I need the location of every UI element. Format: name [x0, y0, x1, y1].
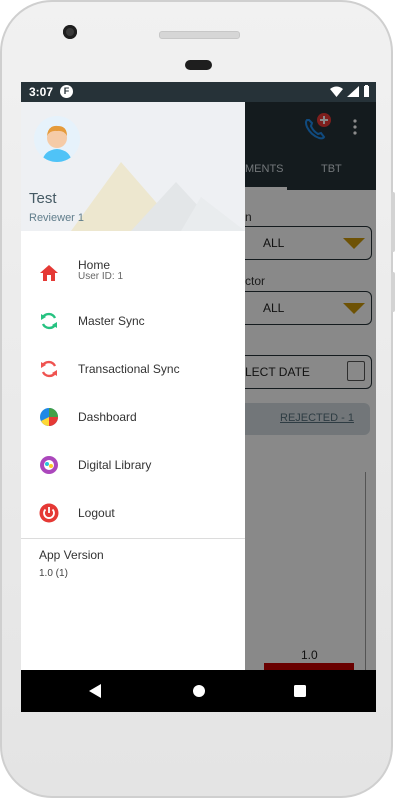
status-bar: 3:07 F — [21, 82, 376, 102]
mountain-decoration — [71, 162, 245, 231]
avatar[interactable] — [34, 116, 80, 162]
app-version-label: App Version — [39, 548, 104, 562]
battery-icon — [364, 85, 369, 97]
status-time: 3:07 — [29, 85, 54, 99]
recents-icon[interactable] — [294, 685, 306, 697]
status-icons — [330, 85, 370, 97]
back-icon[interactable] — [89, 684, 101, 698]
system-nav-bar — [21, 670, 376, 712]
user-name: Test — [29, 190, 57, 207]
menu-item-label: Home — [78, 258, 111, 272]
user-id-label: User ID: 1 — [78, 271, 124, 282]
sync-icon — [41, 312, 57, 330]
pie-chart-icon — [40, 408, 58, 426]
home-circle-icon[interactable] — [192, 684, 206, 698]
power-button — [391, 272, 395, 312]
menu-item-label: Transactional Sync — [78, 362, 180, 376]
front-camera — [63, 25, 77, 39]
user-avatar-icon — [42, 125, 72, 162]
phone-frame: 3:07 F MENTS TBT n ALL ctor ALL ELECT DA… — [0, 0, 395, 798]
notification-icon: F — [60, 85, 73, 98]
volume-button — [391, 192, 395, 252]
app-version-value: 1.0 (1) — [39, 568, 68, 579]
menu-item-master-sync[interactable]: Master Sync — [21, 298, 245, 344]
wifi-icon — [330, 86, 343, 97]
user-role: Reviewer 1 — [29, 212, 85, 224]
menu-item-logout[interactable]: Logout — [21, 490, 245, 536]
navigation-drawer: Test Reviewer 1 Home User ID: 1 Master S… — [21, 102, 245, 670]
library-icon — [40, 456, 58, 474]
signal-icon — [347, 85, 359, 97]
menu-item-label: Digital Library — [78, 458, 152, 472]
screen: 3:07 F MENTS TBT n ALL ctor ALL ELECT DA… — [21, 82, 376, 712]
menu-item-digital-library[interactable]: Digital Library — [21, 442, 245, 488]
proximity-sensor — [185, 60, 212, 70]
power-icon — [39, 503, 59, 523]
transactional-sync-icon — [41, 360, 57, 378]
menu-item-label: Master Sync — [78, 314, 145, 328]
menu-item-dashboard[interactable]: Dashboard — [21, 394, 245, 440]
earpiece-speaker — [159, 31, 240, 39]
menu-item-home[interactable]: Home User ID: 1 — [21, 250, 245, 296]
drawer-header: Test Reviewer 1 — [21, 102, 245, 231]
drawer-divider — [21, 538, 245, 539]
menu-item-transactional-sync[interactable]: Transactional Sync — [21, 346, 245, 392]
home-icon — [40, 265, 58, 281]
menu-item-label: Logout — [78, 506, 115, 520]
menu-item-label: Dashboard — [78, 410, 137, 424]
